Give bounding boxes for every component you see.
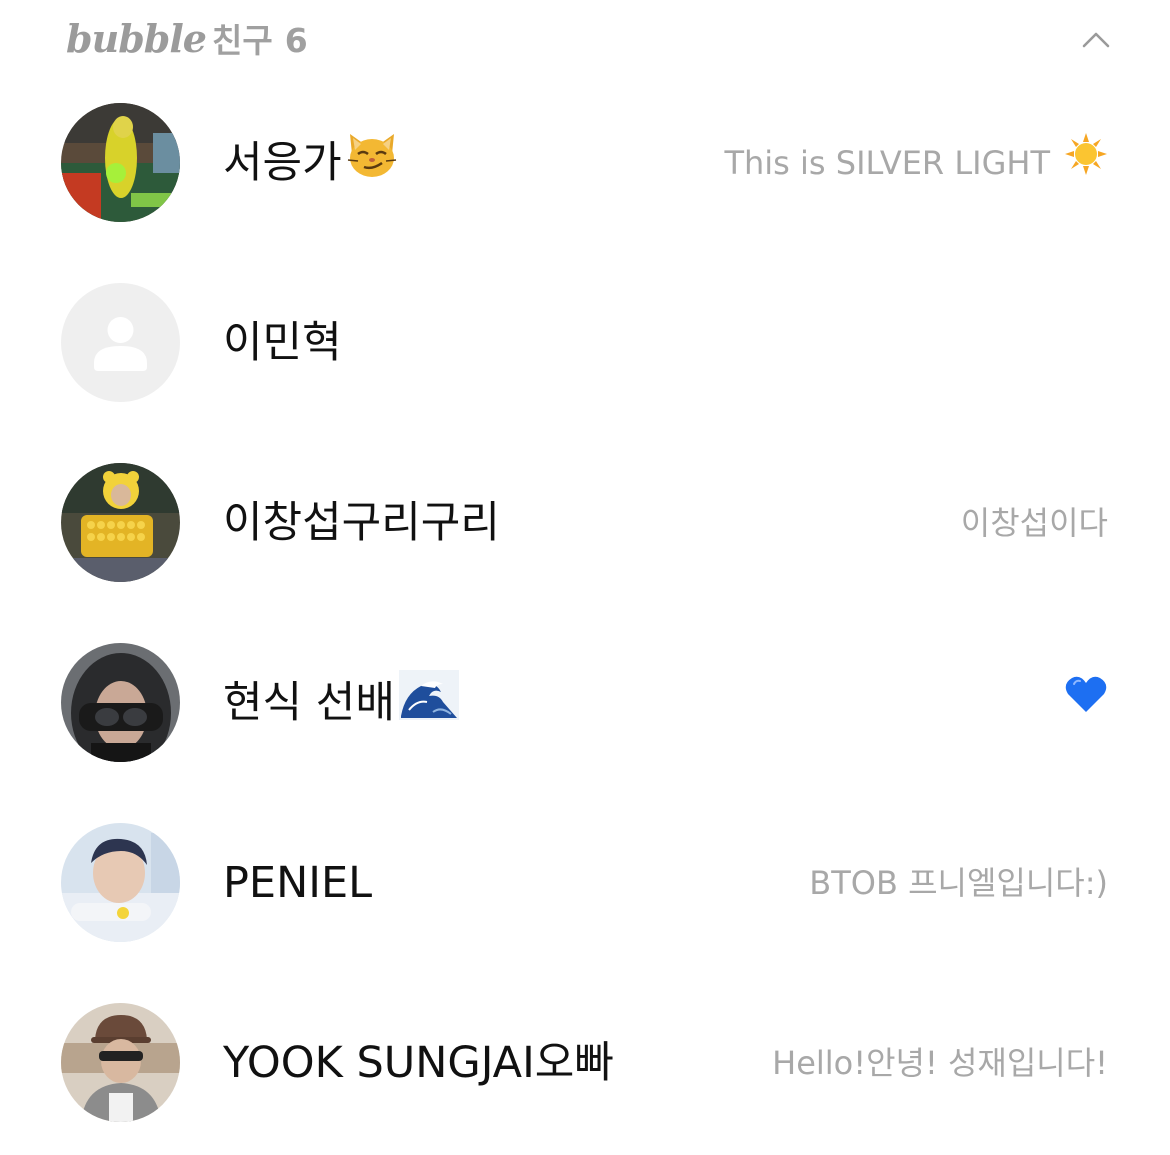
friend-name-text: 이창섭구리구리 xyxy=(223,498,500,548)
photo-avatar xyxy=(61,643,180,762)
friend-avatar[interactable] xyxy=(61,283,180,402)
friend-name: 이민혁 xyxy=(223,313,342,373)
friend-status-text: Hello!안녕! 성재입니다! xyxy=(772,1044,1108,1082)
friend-row[interactable]: 서응가 This is SILVER LIGHT xyxy=(0,73,1170,253)
chevron-up-icon xyxy=(1082,32,1110,48)
friend-status-text: 이창섭이다 xyxy=(960,504,1108,542)
friend-status: Hello!안녕! 성재입니다! xyxy=(772,1033,1108,1093)
friend-status: BTOB 프니엘입니다:) xyxy=(809,853,1108,913)
friend-name: YOOK SUNGJAI오빠 xyxy=(223,1033,614,1093)
friend-name-text: 이민혁 xyxy=(223,318,342,368)
brand-logo: bubble xyxy=(66,16,207,61)
friend-row[interactable]: YOOK SUNGJAI오빠 Hello!안녕! 성재입니다! xyxy=(0,973,1170,1153)
friend-row[interactable]: 이민혁 xyxy=(0,253,1170,433)
photo-avatar xyxy=(61,103,180,222)
photo-avatar xyxy=(61,463,180,582)
friend-name: 서응가 xyxy=(223,133,398,193)
collapse-button[interactable] xyxy=(1074,20,1118,56)
friend-row[interactable]: 현식 선배 xyxy=(0,613,1170,793)
photo-avatar xyxy=(61,823,180,942)
friend-status: 이창섭이다 xyxy=(961,493,1108,553)
friend-avatar[interactable] xyxy=(61,463,180,582)
wave-icon xyxy=(398,670,459,736)
friend-avatar[interactable] xyxy=(61,1003,180,1122)
friend-name: 현식 선배 xyxy=(223,670,459,736)
friend-name-text: PENIEL xyxy=(223,858,373,908)
friend-name: 이창섭구리구리 xyxy=(223,493,500,553)
friend-status-text: BTOB 프니엘입니다:) xyxy=(809,864,1108,902)
sun-icon xyxy=(1064,132,1108,195)
friend-status xyxy=(1050,673,1108,733)
friend-name: PENIEL xyxy=(223,853,372,913)
friend-status: This is SILVER LIGHT xyxy=(724,132,1108,195)
photo-avatar xyxy=(61,1003,180,1122)
section-title: bubble 친구 6 xyxy=(66,14,308,62)
friend-avatar[interactable] xyxy=(61,823,180,942)
friend-row[interactable]: 이창섭구리구리 이창섭이다 xyxy=(0,433,1170,613)
friend-name-text: 서응가 xyxy=(223,138,342,188)
blue-heart-icon xyxy=(1064,673,1108,733)
friend-name-text: 현식 선배 xyxy=(223,678,395,728)
friend-status-text: This is SILVER LIGHT xyxy=(724,144,1050,182)
section-label: 친구 xyxy=(211,21,273,60)
friend-avatar[interactable] xyxy=(61,643,180,762)
friend-name-text: YOOK SUNGJAI오빠 xyxy=(223,1038,614,1088)
friends-section-header: bubble 친구 6 xyxy=(0,0,1170,80)
default-person-icon xyxy=(61,283,180,402)
friend-avatar[interactable] xyxy=(61,103,180,222)
friend-count: 6 xyxy=(284,21,308,60)
smirk-cat-icon xyxy=(346,130,398,196)
friend-row[interactable]: PENIEL BTOB 프니엘입니다:) xyxy=(0,793,1170,973)
